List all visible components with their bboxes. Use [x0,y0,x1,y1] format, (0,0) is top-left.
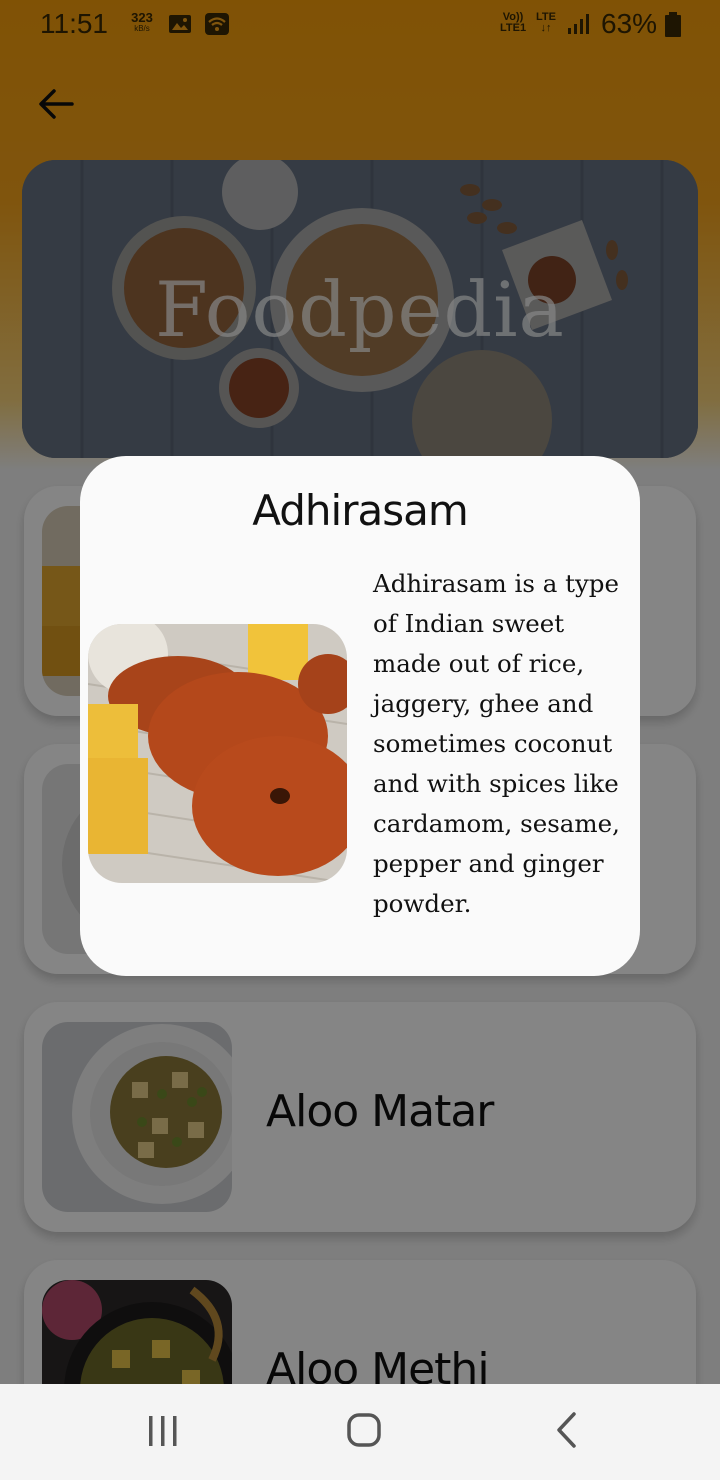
food-detail-dialog: Adhirasam Adhirasam is a type of Indian … [80,456,640,976]
app-screen: 11:51 323 kB/s Vo)) LTE1 LTE ↓↑ 63% Food… [0,0,720,1480]
system-nav-bar [0,1384,720,1480]
dialog-description: Adhirasam is a type of Indian sweet made… [373,569,620,918]
dialog-food-image [88,624,347,883]
home-icon[interactable] [344,1410,384,1450]
chevron-left-icon[interactable] [552,1408,580,1452]
recents-icon[interactable] [146,1414,180,1448]
dialog-title: Adhirasam [252,486,468,535]
adhirasam-image [88,624,347,883]
